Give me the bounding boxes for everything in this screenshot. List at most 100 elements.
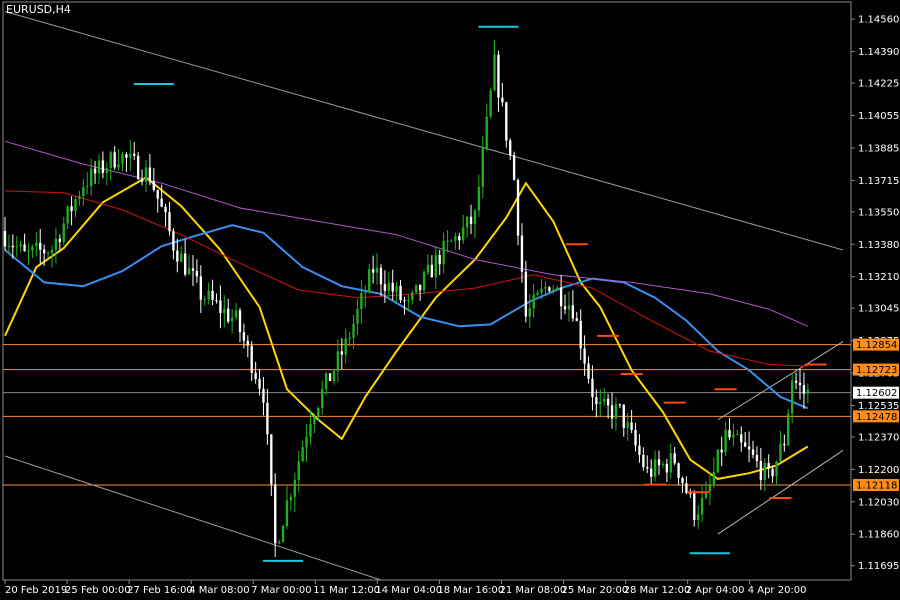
candle-body	[751, 449, 755, 455]
candle-body	[697, 514, 700, 520]
candle-body	[567, 305, 571, 310]
candle-body	[281, 526, 285, 542]
candle-body	[583, 348, 586, 364]
candle-body	[650, 468, 653, 477]
candle-body	[603, 398, 606, 402]
candle-body	[242, 332, 246, 341]
candle-body	[740, 434, 743, 443]
candle-body	[638, 445, 641, 455]
candle-body	[297, 461, 300, 480]
candle-body	[485, 116, 488, 149]
candle-body	[35, 242, 38, 247]
candle-body	[391, 282, 394, 292]
candle-body	[489, 90, 492, 117]
candle-body	[434, 255, 437, 278]
candle-body	[708, 484, 712, 492]
candle-body	[575, 318, 578, 321]
candle-body	[716, 449, 719, 473]
candle-body	[62, 223, 65, 242]
candle-body	[571, 305, 575, 319]
candle-body	[798, 382, 802, 386]
candle-body	[183, 253, 187, 275]
candle-body	[411, 292, 414, 300]
candle-body	[187, 268, 191, 275]
candle-body	[673, 453, 676, 464]
candle-body	[54, 238, 58, 250]
candle-body	[520, 235, 524, 272]
candle-body	[438, 255, 441, 265]
candle-body	[105, 168, 108, 174]
candle-body	[152, 181, 155, 190]
chart-window[interactable]: 1.14560 1.14390 1.14225 1.14055 1.13885 1.137…	[0, 0, 900, 600]
price-chart[interactable]: 1.14560 1.14390 1.14225 1.14055 1.13885 1.137…	[0, 0, 900, 600]
ma_mid-line	[4, 224, 809, 410]
ma_fast-line	[4, 176, 809, 480]
candle-body	[344, 338, 347, 355]
candle-body	[610, 405, 614, 419]
candle-body	[646, 467, 649, 469]
y-tick-label: 1.13550	[858, 207, 899, 218]
candle-body	[473, 210, 477, 224]
y-tick-label: 1.13210	[858, 272, 899, 283]
candle-body	[101, 160, 105, 174]
x-tick-label: 27 Feb 16:00	[127, 585, 193, 596]
candle-body	[744, 442, 747, 447]
candle-body	[516, 179, 520, 236]
candle-body	[505, 102, 508, 141]
candle-body	[289, 496, 293, 501]
candle-body	[277, 541, 281, 544]
candle-body	[305, 436, 308, 448]
candle-body	[82, 187, 85, 197]
candle-body	[328, 373, 332, 381]
candle-body	[563, 306, 567, 310]
candle-body	[371, 269, 375, 273]
candle-body	[89, 168, 93, 187]
candle-body	[176, 250, 179, 262]
candle-body	[395, 285, 398, 292]
candle-body	[50, 249, 54, 254]
y-tick-label: 1.12370	[858, 432, 899, 443]
candle-body	[168, 212, 171, 232]
candle-body	[591, 378, 594, 398]
candle-body	[31, 246, 34, 251]
candle-body	[700, 497, 704, 515]
candle-body	[657, 459, 661, 466]
candle-body	[442, 241, 445, 265]
y-tick-label: 1.11695	[858, 561, 899, 572]
y-tick-label: 1.13715	[858, 176, 899, 187]
candle-body	[133, 153, 136, 156]
candle-body	[340, 351, 343, 355]
candle-body	[677, 463, 680, 479]
candle-body	[693, 493, 696, 520]
candle-body	[606, 398, 610, 406]
candle-body	[364, 292, 367, 294]
candle-body	[469, 216, 473, 224]
trendline-0	[4, 11, 844, 251]
candle-body	[509, 140, 512, 156]
x-tick-label: 14 Mar 04:00	[375, 585, 442, 596]
candle-body	[317, 407, 320, 417]
candle-body	[223, 308, 226, 314]
candle-body	[771, 468, 774, 477]
candle-body	[274, 484, 277, 544]
candle-body	[160, 198, 163, 207]
y-tick-label: 1.14225	[858, 79, 899, 90]
candle-body	[724, 429, 727, 453]
level-tag-label: 1.12478	[856, 412, 897, 423]
candle-body	[556, 287, 559, 290]
candle-body	[39, 242, 42, 250]
ma_slow-line	[4, 190, 808, 367]
candle-body	[156, 189, 159, 199]
candle-body	[352, 323, 355, 338]
candle-body	[669, 453, 672, 473]
x-tick-label: 25 Mar 20:00	[562, 585, 629, 596]
candle-body	[285, 500, 289, 527]
candle-body	[626, 422, 629, 428]
candle-body	[634, 429, 637, 446]
x-tick-label: 7 Mar 00:00	[251, 585, 311, 596]
candle-body	[180, 253, 183, 262]
candle-body	[532, 294, 535, 309]
candle-body	[548, 287, 551, 292]
candle-body	[587, 363, 590, 379]
candle-body	[144, 167, 148, 182]
